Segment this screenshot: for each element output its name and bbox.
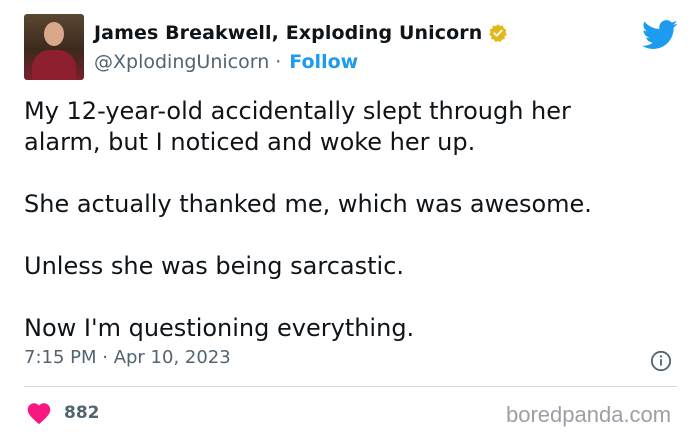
like-action[interactable]: 882 xyxy=(26,401,100,425)
author-name[interactable]: James Breakwell, Exploding Unicorn xyxy=(94,22,482,44)
heart-icon[interactable] xyxy=(26,401,52,425)
author-name-row: James Breakwell, Exploding Unicorn xyxy=(94,22,508,44)
avatar-body xyxy=(32,50,76,80)
tweet-text: My 12-year-old accidentally slept throug… xyxy=(24,96,674,375)
verified-badge-icon xyxy=(489,24,508,42)
watermark: boredpanda.com xyxy=(506,402,672,427)
tweet-paragraph: Now I'm questioning everything. xyxy=(24,314,415,342)
avatar-head xyxy=(44,22,64,46)
author-avatar[interactable] xyxy=(24,14,84,80)
author-handle-row: @XplodingUnicorn · Follow xyxy=(94,51,358,73)
divider xyxy=(24,386,677,387)
tweet-paragraph: My 12-year-old accidentally slept throug… xyxy=(24,97,571,156)
tweet-paragraph: She actually thanked me, which was aweso… xyxy=(24,190,592,218)
handle-separator: · xyxy=(275,51,282,73)
tweet-paragraph: Unless she was being sarcastic. xyxy=(24,252,405,280)
twitter-bird-icon[interactable] xyxy=(642,20,678,50)
tweet-card: James Breakwell, Exploding Unicorn @Xplo… xyxy=(0,0,700,441)
author-handle[interactable]: @XplodingUnicorn xyxy=(94,51,269,73)
info-icon[interactable] xyxy=(650,350,672,372)
like-count: 882 xyxy=(64,403,100,423)
follow-button[interactable]: Follow xyxy=(289,51,358,73)
tweet-timestamp[interactable]: 7:15 PM · Apr 10, 2023 xyxy=(24,347,231,368)
